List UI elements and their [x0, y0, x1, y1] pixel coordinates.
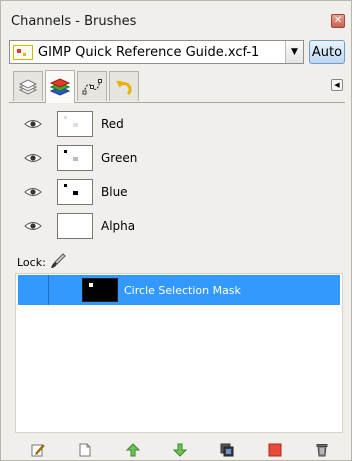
- channel-to-selection-button[interactable]: [268, 443, 282, 457]
- raise-channel-icon: [125, 443, 140, 457]
- visibility-eye-icon[interactable]: [21, 150, 45, 166]
- raise-channel-button[interactable]: [125, 443, 140, 457]
- channel-thumbnail: [57, 213, 93, 239]
- duplicate-channel-icon: [220, 443, 234, 457]
- mask-label: Circle Selection Mask: [124, 283, 241, 297]
- tab-paths[interactable]: [77, 71, 107, 101]
- channel-list: Red Green Blue Alpha: [15, 107, 343, 247]
- visibility-eye-icon[interactable]: [21, 218, 45, 234]
- lower-channel-icon: [172, 443, 187, 457]
- column-divider: [48, 275, 49, 305]
- channel-label: Red: [101, 117, 124, 131]
- edit-channel-icon: [31, 444, 45, 457]
- lower-channel-button[interactable]: [172, 443, 187, 457]
- paintbrush-icon: [50, 252, 66, 268]
- dock-tabs: ◀: [9, 69, 345, 103]
- selection-mask-list: Circle Selection Mask: [15, 273, 343, 433]
- channel-row-green[interactable]: Green: [15, 141, 343, 175]
- delete-channel-icon: [316, 444, 328, 457]
- channels-icon: [49, 78, 71, 96]
- auto-button[interactable]: Auto: [309, 40, 345, 64]
- undo-history-icon: [116, 80, 132, 95]
- channel-thumbnail: [57, 179, 93, 205]
- image-name: GIMP Quick Reference Guide.xcf-1: [38, 44, 260, 60]
- paths-icon: [82, 78, 102, 94]
- visibility-eye-icon[interactable]: [21, 116, 45, 132]
- channel-row-blue[interactable]: Blue: [15, 175, 343, 209]
- lock-row: Lock:: [17, 251, 66, 273]
- layers-icon: [18, 78, 38, 95]
- image-selector-row: GIMP Quick Reference Guide.xcf-1 ▼ Auto: [9, 39, 345, 65]
- channel-label: Blue: [101, 185, 128, 199]
- lock-pixels-toggle[interactable]: [50, 252, 66, 272]
- channel-row-red[interactable]: Red: [15, 107, 343, 141]
- tab-undo-history[interactable]: [109, 71, 139, 101]
- channel-thumbnail: [57, 145, 93, 171]
- menu-arrow-icon: ◀: [334, 81, 340, 89]
- tab-layers[interactable]: [13, 71, 43, 101]
- tab-channels[interactable]: [45, 70, 75, 103]
- dropdown-button[interactable]: ▼: [285, 41, 303, 63]
- channel-thumbnail: [57, 111, 93, 137]
- title-bar: Channels - Brushes ✕: [7, 7, 347, 35]
- dialog-title: Channels - Brushes: [11, 13, 137, 29]
- channel-label: Alpha: [101, 219, 136, 233]
- chevron-down-icon: ▼: [291, 47, 298, 57]
- lock-label: Lock:: [17, 255, 46, 269]
- close-button[interactable]: ✕: [331, 14, 345, 28]
- edit-channel-button[interactable]: [31, 443, 45, 457]
- channels-dialog: Channels - Brushes ✕ GIMP Quick Referenc…: [0, 0, 352, 461]
- new-channel-icon: [79, 443, 91, 457]
- tab-menu-button[interactable]: ◀: [331, 79, 343, 91]
- duplicate-channel-button[interactable]: [220, 443, 234, 457]
- channel-to-selection-icon: [268, 443, 282, 457]
- channel-row-alpha[interactable]: Alpha: [15, 209, 343, 243]
- new-channel-button[interactable]: [78, 443, 92, 457]
- selection-mask-row[interactable]: Circle Selection Mask: [18, 275, 340, 305]
- delete-channel-button[interactable]: [315, 443, 329, 457]
- channel-label: Green: [101, 151, 138, 165]
- visibility-eye-icon[interactable]: [21, 184, 45, 200]
- mask-thumbnail: [82, 278, 118, 302]
- bottom-toolbar: [13, 439, 343, 461]
- close-icon: ✕: [333, 15, 343, 26]
- image-thumbnail: [13, 44, 33, 60]
- image-selector[interactable]: GIMP Quick Reference Guide.xcf-1 ▼: [9, 40, 304, 64]
